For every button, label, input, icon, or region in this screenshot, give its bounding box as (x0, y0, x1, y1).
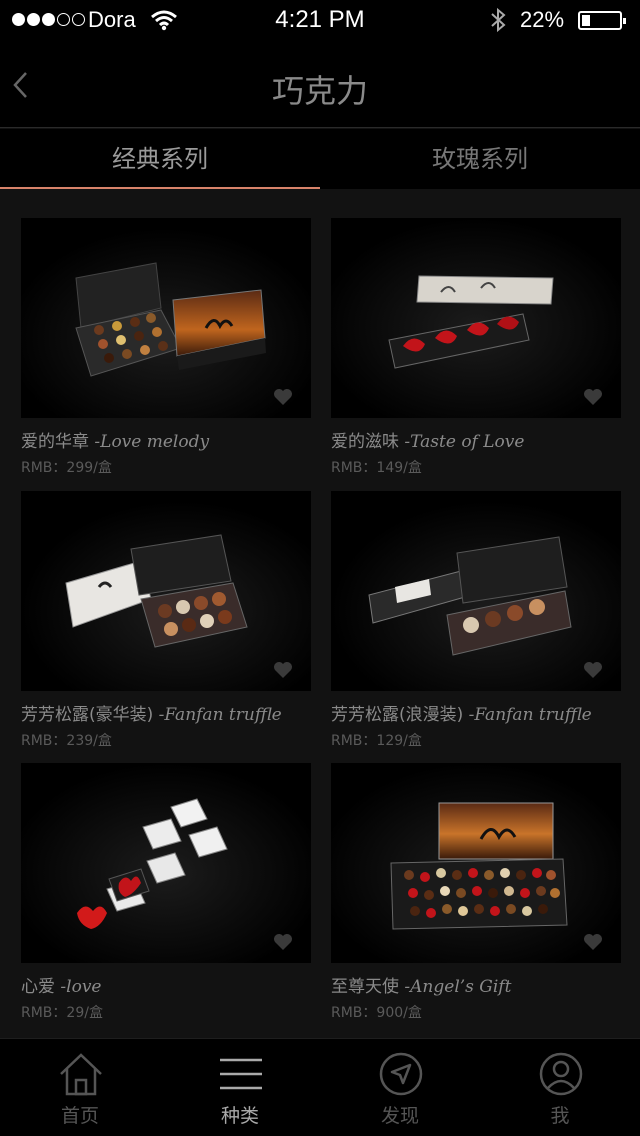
product-card[interactable]: 芳芳松露(豪华装) -Fanfan truffle RMB：239/盒 (21, 491, 311, 750)
product-card[interactable]: 爱的滋味 -Taste of Love RMB：149/盒 (331, 218, 621, 477)
product-price: RMB：29/盒 (21, 1005, 103, 1021)
menu-icon (220, 1058, 262, 1090)
category-tabs: 经典系列 玫瑰系列 (0, 129, 640, 189)
product-image[interactable] (331, 218, 621, 418)
product-price: RMB：149/盒 (331, 460, 422, 476)
tab-rose-series[interactable]: 玫瑰系列 (320, 129, 640, 189)
product-price: RMB：129/盒 (331, 733, 422, 749)
product-name-cn: 芳芳松露(浪漫装) (331, 705, 464, 725)
product-card[interactable]: 芳芳松露(浪漫装) -Fanfan truffle RMB：129/盒 (331, 491, 621, 750)
heart-icon[interactable] (273, 388, 293, 406)
battery-icon (578, 11, 626, 30)
product-image[interactable] (21, 763, 311, 963)
product-title: 爱的滋味 -Taste of Love (331, 427, 621, 452)
chocolate-box-image (331, 491, 621, 691)
product-image[interactable] (331, 763, 621, 963)
tab-me-label: 我 (550, 1105, 570, 1127)
product-name-en: -Taste of Love (404, 432, 525, 452)
product-image[interactable] (21, 218, 311, 418)
heart-icon[interactable] (273, 933, 293, 951)
tab-category-label: 种类 (220, 1105, 259, 1127)
product-grid: 爱的华章 -Love melody RMB：299/盒 爱的滋味 -Taste … (0, 190, 640, 1036)
heart-icon[interactable] (583, 661, 603, 679)
home-icon (60, 1053, 102, 1096)
product-image[interactable] (21, 491, 311, 691)
status-bar: Dora 4:21 PM 22% (0, 0, 640, 40)
compass-icon (379, 1052, 423, 1096)
chocolate-box-image (331, 763, 621, 963)
battery-percentage: 22% (520, 7, 565, 32)
chocolate-box-image (21, 763, 311, 963)
bluetooth-icon (491, 7, 506, 33)
product-image[interactable] (331, 491, 621, 691)
tab-home-label: 首页 (60, 1105, 99, 1127)
product-card[interactable]: 爱的华章 -Love melody RMB：299/盒 (21, 218, 311, 477)
product-name-cn: 爱的滋味 (331, 432, 399, 452)
product-price: RMB：299/盒 (21, 460, 112, 476)
product-name-en: -Love melody (94, 432, 210, 452)
product-title: 芳芳松露(豪华装) -Fanfan truffle (21, 700, 311, 725)
product-name-cn: 芳芳松露(豪华装) (21, 705, 154, 725)
product-title: 至尊天使 -Angel’s Gift (331, 972, 621, 997)
heart-icon[interactable] (583, 388, 603, 406)
chocolate-box-image (21, 491, 311, 691)
product-title: 芳芳松露(浪漫装) -Fanfan truffle (331, 700, 621, 725)
chocolate-box-image (331, 218, 621, 418)
product-name-cn: 至尊天使 (331, 977, 399, 997)
product-name-cn: 心爱 (21, 977, 55, 997)
product-price: RMB：239/盒 (21, 733, 112, 749)
product-card[interactable]: 心爱 -love RMB：29/盒 (21, 763, 311, 1022)
chocolate-box-image (21, 218, 311, 418)
product-title: 心爱 -love (21, 972, 311, 997)
heart-icon[interactable] (273, 661, 293, 679)
product-name-en: -Angel’s Gift (404, 977, 512, 997)
bottom-tab-bar: 首页 种类 发现 我 (0, 1038, 640, 1136)
page-title: 巧克力 (271, 72, 368, 110)
user-icon (539, 1052, 583, 1096)
tab-discover-label: 发现 (380, 1105, 419, 1127)
navigation-bar: 巧克力 (0, 40, 640, 128)
product-name-en: -Fanfan truffle (158, 705, 282, 725)
product-price: RMB：900/盒 (331, 1005, 422, 1021)
product-name-en: -love (60, 977, 102, 997)
product-card[interactable]: 至尊天使 -Angel’s Gift RMB：900/盒 (331, 763, 621, 1022)
product-name-cn: 爱的华章 (21, 432, 89, 452)
product-title: 爱的华章 -Love melody (21, 427, 311, 452)
heart-icon[interactable] (583, 933, 603, 951)
tab-me[interactable]: 我 (480, 1039, 640, 1136)
tab-classic-series[interactable]: 经典系列 (0, 129, 320, 189)
tab-home[interactable]: 首页 (0, 1039, 160, 1136)
product-name-en: -Fanfan truffle (468, 705, 592, 725)
tab-category[interactable]: 种类 (160, 1039, 320, 1136)
tab-discover[interactable]: 发现 (320, 1039, 480, 1136)
